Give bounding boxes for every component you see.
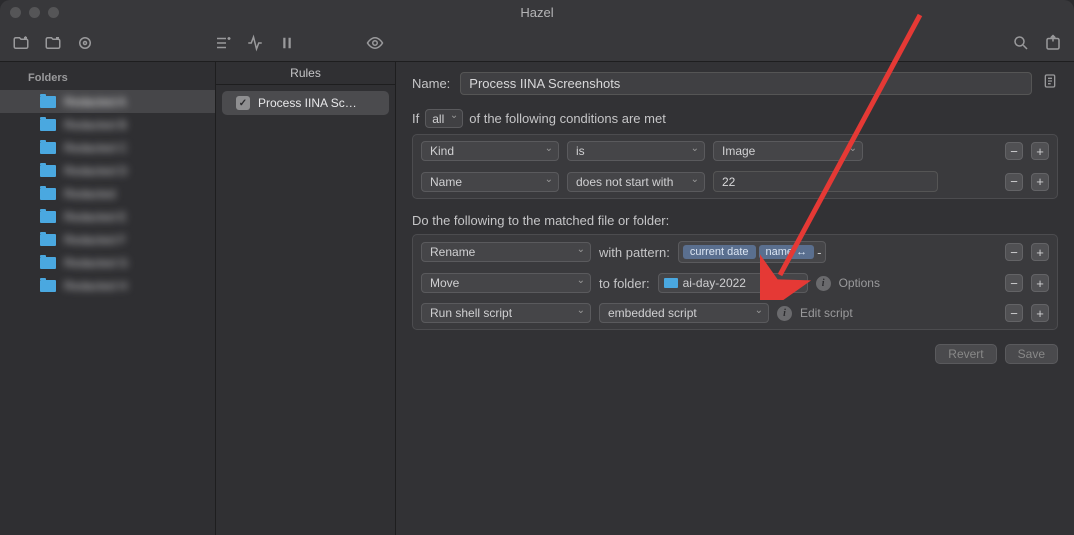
action-verb-select[interactable]: Rename [421,242,591,262]
conditions-box: Kind is Image − + Name does not start wi… [412,134,1058,199]
actions-box: Rename with pattern: current date name ↔… [412,234,1058,330]
folder-item[interactable]: Redacted F [0,228,215,251]
preview-eye-icon[interactable] [366,34,384,52]
add-action-button[interactable]: + [1031,243,1049,261]
folder-icon [40,280,56,292]
move-folder-select[interactable]: ai-day-2022 [658,273,808,293]
close-window[interactable] [10,7,21,18]
condition-op-select[interactable]: does not start with [567,172,705,192]
folder-item[interactable]: Redacted E [0,205,215,228]
save-button[interactable]: Save [1005,344,1058,364]
condition-row: Kind is Image − + [419,136,1051,166]
folder-icon [40,234,56,246]
sidebar-header: Folders [0,62,215,90]
rule-checkbox[interactable]: ✓ [236,96,250,110]
condition-op-select[interactable]: is [567,141,705,161]
options-label[interactable]: Options [839,276,880,290]
folder-icon [40,96,56,108]
name-label: Name: [412,76,450,91]
remove-condition-button[interactable]: − [1005,173,1023,191]
folder-icon [40,188,56,200]
folder-icon [40,119,56,131]
folder-item[interactable]: Redacted [0,182,215,205]
add-condition-button[interactable]: + [1031,142,1049,160]
action-row-rename: Rename with pattern: current date name ↔… [419,236,1051,268]
info-icon[interactable]: i [777,306,792,321]
action-label: with pattern: [599,245,670,260]
folder-icon [40,142,56,154]
pattern-separator: - [817,245,821,260]
remove-condition-button[interactable]: − [1005,142,1023,160]
folder-icon [664,278,678,288]
main: Folders Redacted A Redacted B Redacted C… [0,62,1074,535]
remove-action-button[interactable]: − [1005,274,1023,292]
condition-value-input[interactable] [713,171,938,192]
info-icon[interactable]: i [816,276,831,291]
condition-value-select[interactable]: Image [713,141,863,161]
rules-column: Rules ✓ Process IINA Sc… [216,62,396,535]
action-verb-select[interactable]: Move [421,273,591,293]
rule-name-input[interactable] [460,72,1032,95]
folder-icon [40,165,56,177]
folder-icon [40,211,56,223]
shell-script-select[interactable]: embedded script [599,303,769,323]
add-condition-button[interactable]: + [1031,173,1049,191]
rename-pattern-field[interactable]: current date name ↔ - [678,241,827,263]
rules-header: Rules [216,62,395,85]
edit-script-label[interactable]: Edit script [800,306,853,320]
add-action-button[interactable]: + [1031,274,1049,292]
remove-action-button[interactable]: − [1005,243,1023,261]
remove-folder-icon[interactable] [44,34,62,52]
folder-item[interactable]: Redacted H [0,274,215,297]
condition-attr-select[interactable]: Name [421,172,559,192]
search-icon[interactable] [1012,34,1030,52]
window-title: Hazel [520,5,553,20]
activity-icon[interactable] [246,34,264,52]
rule-detail: Name: If all of the following conditions… [396,62,1074,535]
folder-item[interactable]: Redacted A [0,90,215,113]
gear-icon[interactable] [76,34,94,52]
toolbar [0,24,1074,62]
rule-label: Process IINA Sc… [258,96,357,110]
rules-list-icon[interactable] [214,34,232,52]
minimize-window[interactable] [29,7,40,18]
notes-icon[interactable] [1042,73,1058,94]
rule-item[interactable]: ✓ Process IINA Sc… [222,91,389,115]
pattern-token[interactable]: name ↔ [759,245,815,259]
add-action-button[interactable]: + [1031,304,1049,322]
action-row-shell: Run shell script embedded script i Edit … [419,298,1051,328]
folder-item[interactable]: Redacted G [0,251,215,274]
condition-attr-select[interactable]: Kind [421,141,559,161]
pause-icon[interactable] [278,34,296,52]
folders-sidebar: Folders Redacted A Redacted B Redacted C… [0,62,216,535]
action-label: to folder: [599,276,650,291]
traffic-lights [10,7,59,18]
folder-item[interactable]: Redacted D [0,159,215,182]
condition-row: Name does not start with − + [419,166,1051,197]
action-verb-select[interactable]: Run shell script [421,303,591,323]
folder-item[interactable]: Redacted B [0,113,215,136]
export-icon[interactable] [1044,34,1062,52]
maximize-window[interactable] [48,7,59,18]
titlebar: Hazel [0,0,1074,24]
pattern-token[interactable]: current date [683,245,756,259]
add-folder-icon[interactable] [12,34,30,52]
remove-action-button[interactable]: − [1005,304,1023,322]
actions-header: Do the following to the matched file or … [412,213,1058,228]
folder-icon [40,257,56,269]
condition-scope-select[interactable]: all [425,109,463,128]
conditions-header: If all of the following conditions are m… [412,109,1058,128]
folder-item[interactable]: Redacted C [0,136,215,159]
revert-button[interactable]: Revert [935,344,996,364]
action-row-move: Move to folder: ai-day-2022 i Options − … [419,268,1051,298]
